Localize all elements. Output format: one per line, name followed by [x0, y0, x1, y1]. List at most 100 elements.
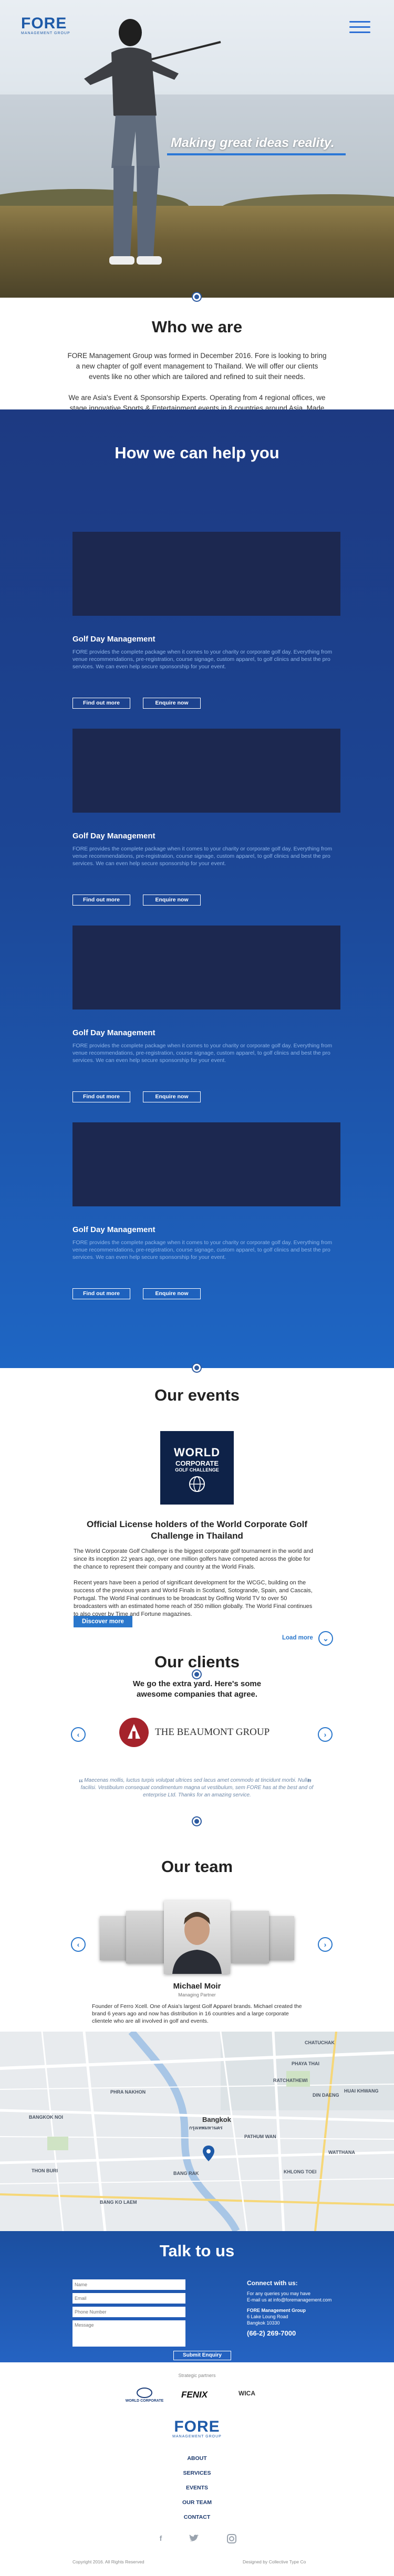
submit-enquiry-button[interactable]: Submit Enquiry — [173, 2351, 231, 2360]
footer-link-events[interactable]: EVENTS — [0, 2485, 394, 2491]
load-more-link[interactable]: Load more — [282, 1635, 313, 1641]
map-label: CHATUCHAK — [305, 2040, 335, 2045]
service-card-image — [72, 729, 340, 813]
enquire-now-button[interactable]: Enquire now — [143, 698, 201, 709]
service-card-image — [72, 1122, 340, 1206]
beaumont-emblem-icon — [119, 1718, 149, 1747]
globe-icon — [189, 1476, 205, 1492]
map-label: PHRA NAKHON — [110, 2089, 146, 2095]
partner-logo-fenix[interactable]: FENIX — [171, 2390, 218, 2400]
map-label: HUAI KHWANG — [344, 2088, 379, 2094]
map-label: BANG RAK — [173, 2171, 199, 2176]
map-label: KHLONG TOEI — [284, 2169, 317, 2174]
chevron-right-icon[interactable]: › — [318, 1937, 333, 1952]
team-photo[interactable] — [231, 1911, 269, 1963]
hero-section: FORE MANAGEMENT GROUP Making great ideas… — [0, 0, 394, 298]
contact-title: Talk to us — [159, 2242, 235, 2260]
team-title: Our team — [161, 1857, 233, 1876]
badge-line-3: GOLF CHALLENGE — [175, 1467, 219, 1473]
discover-more-button[interactable]: Discover more — [74, 1616, 132, 1627]
service-card-image — [72, 926, 340, 1010]
events-paragraph-1: The World Corporate Golf Challenge is th… — [74, 1548, 313, 1570]
map-canvas — [0, 2032, 394, 2231]
menu-icon[interactable] — [349, 21, 370, 34]
find-out-more-button[interactable]: Find out more — [72, 698, 130, 709]
footer-link-services[interactable]: SERVICES — [0, 2470, 394, 2476]
team-photo-active[interactable] — [164, 1900, 230, 1974]
footer-link-about[interactable]: ABOUT — [0, 2455, 394, 2462]
contact-email[interactable]: E-mail us at info@foremanagement.com — [247, 2296, 331, 2304]
hero-tagline: Making great ideas reality. — [171, 135, 335, 150]
map-label: PHAYA THAI — [292, 2061, 320, 2066]
partner-logo-wica[interactable]: WICA — [231, 2390, 263, 2397]
events-title: Our events — [154, 1386, 240, 1404]
service-card-title: Golf Day Management — [72, 635, 155, 644]
client-testimonial: Maecenas mollis, luctus turpis volutpat … — [80, 1778, 314, 1798]
map-label: RATCHATHEWI — [273, 2078, 308, 2083]
map-label: THON BURI — [32, 2168, 58, 2173]
logo-text: FORE — [21, 15, 67, 32]
chevron-left-icon[interactable]: ‹ — [71, 1727, 86, 1742]
partner-logo-wcgc[interactable]: WORLD CORPORATE — [123, 2388, 165, 2403]
message-input[interactable] — [72, 2320, 185, 2347]
section-marker-dot — [193, 1817, 201, 1825]
enquire-now-button[interactable]: Enquire now — [143, 1288, 201, 1299]
footer-logo-subtext: MANAGEMENT GROUP — [172, 2435, 222, 2438]
footer-link-team[interactable]: OUR TEAM — [0, 2499, 394, 2506]
map-label: กรุงเทพมหานคร — [189, 2125, 223, 2130]
help-title: How we can help you — [115, 444, 279, 462]
instagram-icon[interactable] — [227, 2534, 237, 2545]
phone-input[interactable] — [72, 2307, 185, 2317]
wcgc-badge: WORLD CORPORATE GOLF CHALLENGE — [160, 1431, 234, 1505]
chevron-left-icon[interactable]: ‹ — [71, 1937, 86, 1952]
connect-title: Connect with us: — [247, 2279, 298, 2287]
clients-subtitle: We go the extra yard. Here's some awesom… — [132, 1679, 262, 1699]
service-card-image — [72, 532, 340, 616]
email-input[interactable] — [72, 2293, 185, 2304]
contact-phone[interactable]: (66-2) 269-7000 — [247, 2330, 296, 2337]
partner-globe-icon — [137, 2388, 152, 2398]
find-out-more-button[interactable]: Find out more — [72, 1288, 130, 1299]
person-avatar-icon — [172, 1912, 222, 1974]
service-card-title: Golf Day Management — [72, 1225, 155, 1234]
footer-link-contact[interactable]: CONTACT — [0, 2514, 394, 2520]
golfer-image — [84, 19, 221, 265]
client-logo: THE BEAUMONT GROUP — [118, 1714, 276, 1751]
team-member-role: Managing Partner — [178, 1992, 216, 1997]
partners-label: Strategic partners — [178, 2373, 216, 2378]
chevron-down-icon[interactable]: ⌄ — [318, 1631, 333, 1646]
facebook-icon[interactable]: f — [155, 2534, 166, 2545]
service-card-title: Golf Day Management — [72, 1028, 155, 1037]
map-label: BANGKOK NOI — [29, 2115, 63, 2120]
find-out-more-button[interactable]: Find out more — [72, 1091, 130, 1102]
events-heading: Official License holders of the World Co… — [86, 1519, 307, 1541]
credit-text: Designed by Collective Type Co — [243, 2559, 306, 2564]
clients-title: Our clients — [154, 1653, 240, 1671]
twitter-icon[interactable] — [189, 2534, 205, 2545]
map-pin-icon[interactable] — [203, 2146, 214, 2161]
service-card-title: Golf Day Management — [72, 832, 155, 840]
chevron-right-icon[interactable]: › — [318, 1727, 333, 1742]
service-card-text: FORE provides the complete package when … — [72, 649, 333, 670]
team-photo[interactable] — [126, 1911, 164, 1963]
service-card-text: FORE provides the complete package when … — [72, 1043, 333, 1064]
who-paragraph-1: FORE Management Group was formed in Dece… — [67, 352, 327, 381]
find-out-more-button[interactable]: Find out more — [72, 895, 130, 906]
map-label: Bangkok — [202, 2116, 231, 2123]
footer-logo[interactable]: FORE MANAGEMENT GROUP — [0, 2418, 394, 2439]
team-member-name: Michael Moir — [173, 1982, 221, 1991]
header-logo[interactable]: FORE MANAGEMENT GROUP — [21, 15, 70, 36]
footer-logo-text: FORE — [174, 2418, 220, 2435]
tagline-underline — [167, 153, 346, 155]
name-input[interactable] — [72, 2279, 185, 2290]
enquire-now-button[interactable]: Enquire now — [143, 1091, 201, 1102]
map-label: BANG KO LAEM — [100, 2200, 137, 2205]
service-card-text: FORE provides the complete package when … — [72, 1239, 333, 1260]
team-member-bio: Founder of Ferro Xcell. One of Asia's la… — [92, 2003, 302, 2024]
partner-name-1: WORLD CORPORATE — [125, 2399, 164, 2403]
location-map[interactable]: PHAYA THAI RATCHATHEWI DIN DAENG HUAI KHWAN… — [0, 2032, 394, 2231]
client-name: THE BEAUMONT GROUP — [155, 1727, 270, 1738]
map-label: WATTHANA — [328, 2150, 355, 2155]
section-marker-dot — [193, 293, 201, 301]
enquire-now-button[interactable]: Enquire now — [143, 895, 201, 906]
